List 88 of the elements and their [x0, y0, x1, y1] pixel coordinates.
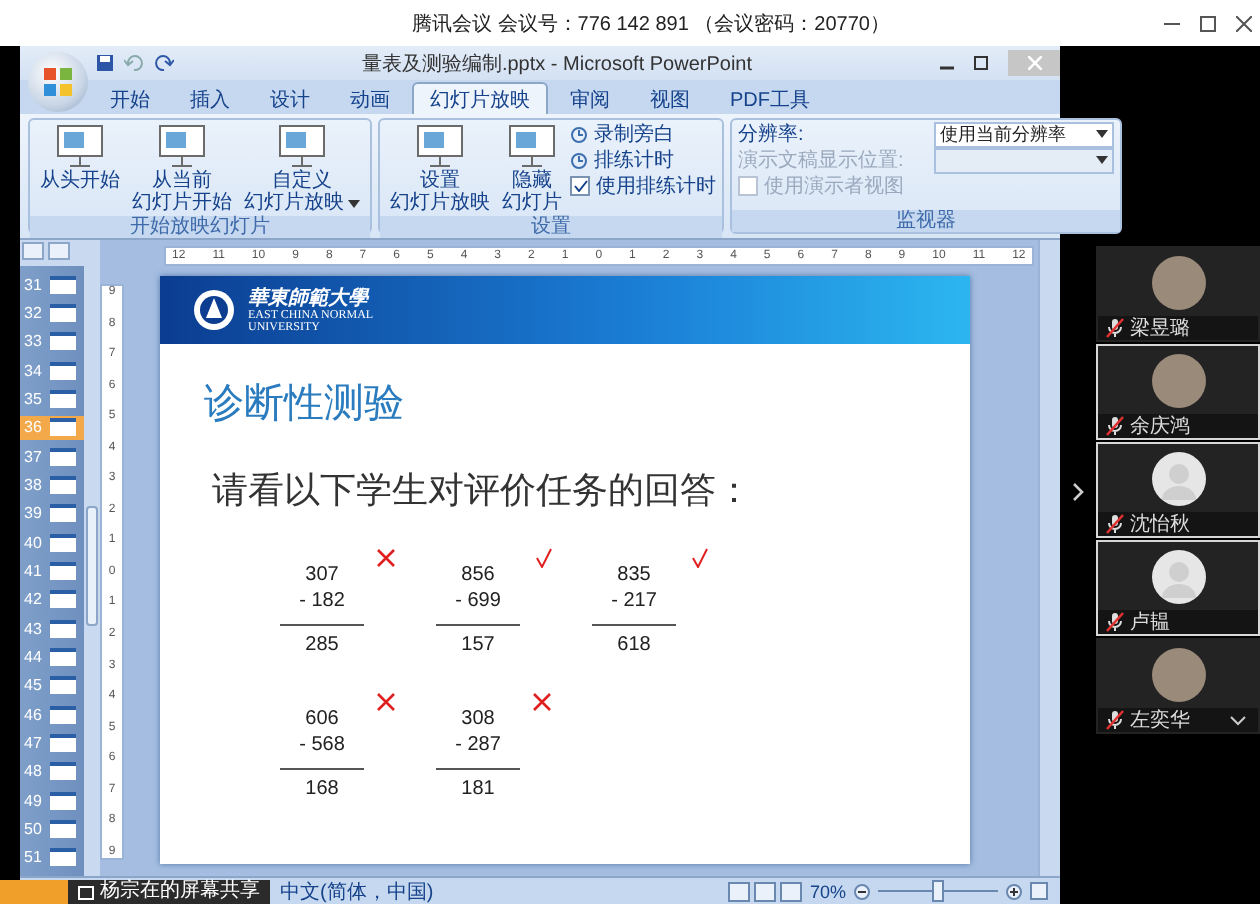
- participant-tile[interactable]: 梁昱璐: [1096, 246, 1260, 342]
- muted-mic-icon: [1106, 710, 1124, 730]
- window-title: 量表及测验编制.pptx - Microsoft PowerPoint: [359, 51, 755, 77]
- muted-mic-icon: [1106, 612, 1124, 632]
- zoom-out-icon[interactable]: [854, 883, 870, 899]
- subtrahend: - 568: [299, 732, 345, 758]
- ribbon-tab[interactable]: 幻灯片放映: [412, 82, 548, 114]
- slideshow-screen-icon: [276, 122, 328, 170]
- ribbon-tab[interactable]: PDF工具: [712, 82, 828, 114]
- answer: 285: [305, 632, 339, 658]
- slide-prompt: 请看以下学生对评价任务的回答：: [212, 468, 754, 514]
- answer: 168: [305, 776, 339, 802]
- muted-mic-icon: [1106, 318, 1124, 338]
- muted-mic-icon: [1106, 514, 1124, 534]
- maximize-icon[interactable]: [974, 56, 988, 70]
- field-label: 演示文稿显示位置:: [738, 147, 906, 174]
- ribbon-button[interactable]: 录制旁白: [570, 122, 716, 146]
- participant-tile[interactable]: 沈怡秋: [1096, 442, 1260, 538]
- normal-view-icon[interactable]: [727, 881, 750, 901]
- dropdown-caret-icon[interactable]: [348, 199, 360, 207]
- dropdown[interactable]: 使用当前分辨率: [934, 121, 1114, 147]
- group-label: 开始放映幻灯片: [30, 216, 370, 238]
- dropdown-arrow-icon[interactable]: [1096, 130, 1108, 138]
- participant-name: 沈怡秋: [1130, 511, 1190, 538]
- chevron-down-icon[interactable]: [1230, 716, 1246, 726]
- ribbon-button[interactable]: 设置 幻灯片放映: [386, 122, 494, 214]
- slideshow-screen-icon: [156, 122, 208, 170]
- checkmark-icon: [573, 180, 587, 192]
- ribbon-button[interactable]: 从当前 幻灯片开始: [128, 122, 236, 214]
- answer: 157: [461, 632, 495, 658]
- university-name: 華東師範大學: [248, 287, 372, 309]
- ribbon-tab[interactable]: 动画: [332, 82, 408, 114]
- university-emblem-icon: [192, 288, 236, 332]
- answer: 618: [617, 632, 651, 658]
- ribbon-tab[interactable]: 插入: [172, 82, 248, 114]
- participant-tile[interactable]: 左奕华: [1096, 638, 1260, 734]
- muted-mic-icon: [1106, 416, 1124, 436]
- office-button[interactable]: [28, 52, 88, 112]
- slideshow-screen-icon: [506, 122, 558, 170]
- clock-icon: [570, 151, 588, 169]
- screen-share-indicator: 杨宗在的屏幕共享: [68, 880, 270, 904]
- answer: 181: [461, 776, 495, 802]
- chevron-right-icon[interactable]: [1072, 482, 1084, 502]
- redo-icon[interactable]: [154, 54, 174, 72]
- minuend: 308: [461, 706, 495, 732]
- close-icon[interactable]: [1236, 15, 1252, 31]
- checkbox[interactable]: 使用排练计时: [570, 174, 716, 198]
- ribbon-button[interactable]: 隐藏 幻灯片: [498, 122, 566, 214]
- ribbon-tab[interactable]: 开始: [92, 82, 168, 114]
- participant-name: 卢韫: [1130, 609, 1170, 636]
- maximize-icon[interactable]: [1200, 15, 1216, 31]
- participant-name: 左奕华: [1130, 707, 1190, 734]
- minuend: 606: [305, 706, 339, 732]
- slider-thumb[interactable]: [932, 880, 944, 902]
- field-label: 分辨率:: [738, 121, 806, 148]
- participant-name: 余庆鸿: [1130, 413, 1190, 440]
- ribbon-tab[interactable]: 设计: [252, 82, 328, 114]
- minuend: 835: [617, 562, 651, 588]
- slideshow-view-icon[interactable]: [779, 881, 802, 901]
- subtrahend: - 699: [455, 588, 501, 614]
- save-icon[interactable]: [96, 54, 114, 72]
- ribbon-tab[interactable]: 审阅: [552, 82, 628, 114]
- subtrahend: - 287: [455, 732, 501, 758]
- clock-icon: [570, 125, 588, 143]
- close-icon: [1027, 56, 1041, 70]
- minuend: 856: [461, 562, 495, 588]
- meeting-info: 腾讯会议 会议号：776 142 891 （会议密码：20770）: [412, 11, 890, 37]
- subtrahend: - 182: [299, 588, 345, 614]
- slideshow-screen-icon: [54, 122, 106, 170]
- zoom-level: 70%: [809, 881, 846, 901]
- group-label: 设置: [380, 216, 722, 238]
- participant-tile[interactable]: 卢韫: [1096, 540, 1260, 636]
- ribbon-button[interactable]: 从头开始: [36, 122, 124, 192]
- ribbon-tab[interactable]: 视图: [632, 82, 708, 114]
- ribbon-button[interactable]: 排练计时: [570, 148, 716, 172]
- participant-tile[interactable]: 余庆鸿: [1096, 344, 1260, 440]
- slideshow-screen-icon: [414, 122, 466, 170]
- subtrahend: - 217: [611, 588, 657, 614]
- participant-name: 梁昱璐: [1130, 315, 1190, 342]
- language-status: 中文(简体，中国): [280, 879, 434, 904]
- fit-window-icon[interactable]: [1030, 882, 1048, 900]
- minuend: 307: [305, 562, 339, 588]
- ribbon-button[interactable]: 自定义 幻灯片放映: [240, 122, 364, 214]
- sorter-view-icon[interactable]: [753, 881, 776, 901]
- slide-title: 诊断性测验: [204, 380, 406, 430]
- group-label: 监视器: [732, 210, 1120, 232]
- office-logo: [42, 66, 74, 98]
- zoom-in-icon[interactable]: [1006, 883, 1022, 899]
